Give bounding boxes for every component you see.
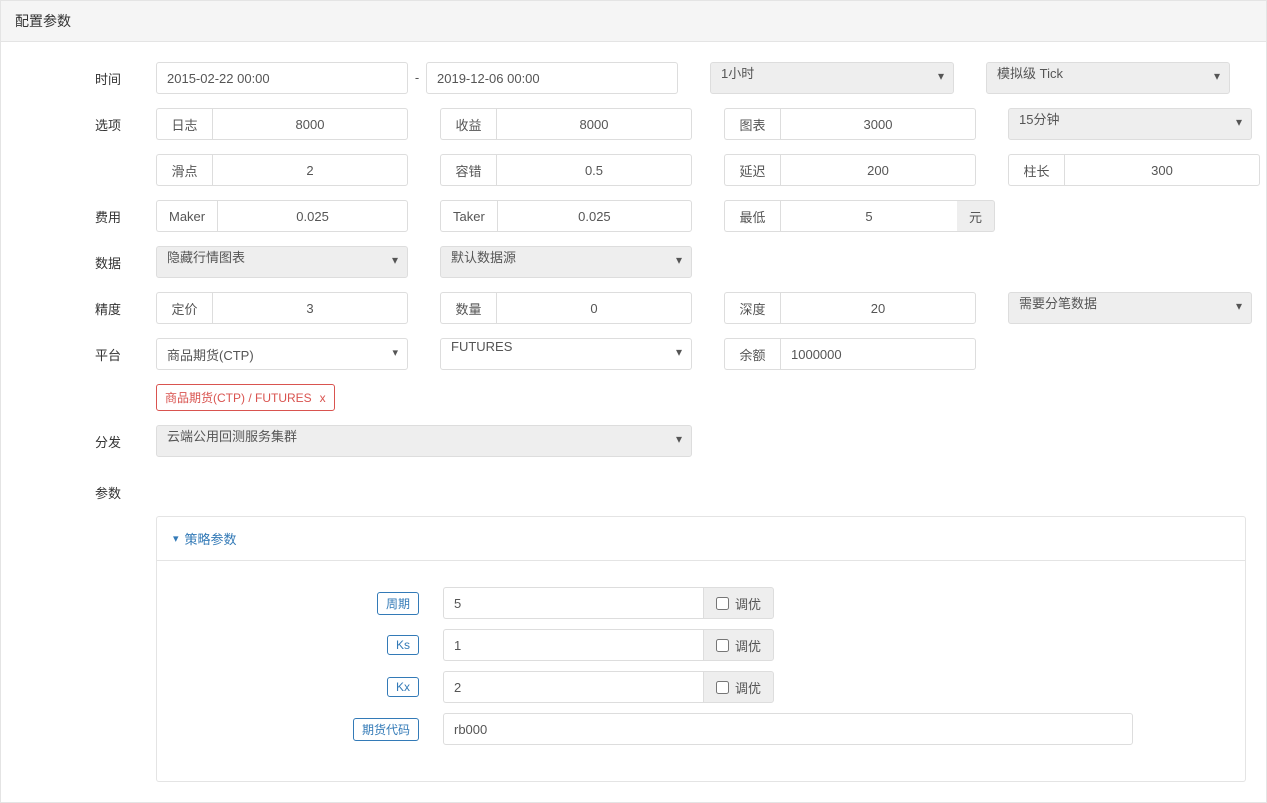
chart-period-select[interactable]: 15分钟 [1008,108,1252,140]
param-input-kx[interactable] [443,671,703,703]
profit-input[interactable] [496,108,692,140]
log-label: 日志 [156,108,212,140]
taker-label: Taker [440,200,497,232]
param-input-code[interactable] [443,713,1133,745]
platform-tag-text: 商品期货(CTP) / FUTURES [165,389,312,406]
qty-label: 数量 [440,292,496,324]
param-label-period: 周期 [377,592,419,615]
param-row-period: 周期 调优 [173,587,1229,619]
dispatch-select[interactable]: 云端公用回测服务集群 [156,425,692,457]
platform-tag[interactable]: 商品期货(CTP) / FUTURES x [156,384,335,411]
min-label: 最低 [724,200,780,232]
tune-addon-ks[interactable]: 调优 [703,629,774,661]
label-time: 时间 [1,69,156,88]
params-container: ▾ 策略参数 周期 调优 Ks [156,516,1246,782]
slip-label: 滑点 [156,154,212,186]
balance-input[interactable] [780,338,976,370]
exchange-select[interactable]: 商品期货(CTP) [156,338,408,370]
qty-input[interactable] [496,292,692,324]
depth-label: 深度 [724,292,780,324]
tune-checkbox-period[interactable] [716,597,729,610]
barlen-input[interactable] [1064,154,1260,186]
barlen-label: 柱长 [1008,154,1064,186]
tune-label: 调优 [735,678,761,697]
row-dispatch: 分发 云端公用回测服务集群 [1,425,1266,457]
period-select[interactable]: 1小时 [710,62,954,94]
row-options-2: 滑点 容错 延迟 柱长 [1,154,1266,186]
label-dispatch: 分发 [1,432,156,451]
row-data: 数据 隐藏行情图表 默认数据源 [1,246,1266,278]
price-label: 定价 [156,292,212,324]
close-icon[interactable]: x [320,391,326,405]
slip-input[interactable] [212,154,408,186]
tick-data-select[interactable]: 需要分笔数据 [1008,292,1252,324]
price-input[interactable] [212,292,408,324]
hide-chart-select[interactable]: 隐藏行情图表 [156,246,408,278]
data-source-select[interactable]: 默认数据源 [440,246,692,278]
strategy-params-body: 周期 调优 Ks 调优 [156,561,1246,782]
row-platform: 平台 商品期货(CTP) FUTURES 余额 [1,338,1266,370]
fault-input[interactable] [496,154,692,186]
maker-input[interactable] [217,200,408,232]
log-input[interactable] [212,108,408,140]
tune-label: 调优 [735,636,761,655]
label-platform: 平台 [1,345,156,364]
profit-label: 收益 [440,108,496,140]
panel-title: 配置参数 [1,1,1266,42]
min-unit: 元 [957,200,995,232]
tune-addon-kx[interactable]: 调优 [703,671,774,703]
row-time: 时间 - 1小时 模拟级 Tick [1,62,1266,94]
param-input-period[interactable] [443,587,703,619]
tune-label: 调优 [735,594,761,613]
strategy-params-toggle[interactable]: ▾ 策略参数 [156,516,1246,561]
chevron-down-icon: ▾ [173,532,179,545]
param-label-code: 期货代码 [353,718,419,741]
label-params: 参数 [1,471,156,502]
balance-label: 余额 [724,338,780,370]
label-precision: 精度 [1,299,156,318]
start-time-input[interactable] [156,62,408,94]
chart-input[interactable] [780,108,976,140]
param-label-ks: Ks [387,635,419,655]
row-precision: 精度 定价 数量 深度 需要分笔数据 [1,292,1266,324]
platform-tag-row: 商品期货(CTP) / FUTURES x [156,384,1266,411]
tick-level-select[interactable]: 模拟级 Tick [986,62,1230,94]
label-options: 选项 [1,115,156,134]
row-params: 参数 [1,471,1266,502]
label-fees: 费用 [1,207,156,226]
row-fees: 费用 Maker Taker 最低 元 [1,200,1266,232]
label-data: 数据 [1,253,156,272]
taker-input[interactable] [497,200,692,232]
fault-label: 容错 [440,154,496,186]
maker-label: Maker [156,200,217,232]
delay-label: 延迟 [724,154,780,186]
depth-input[interactable] [780,292,976,324]
delay-input[interactable] [780,154,976,186]
param-input-ks[interactable] [443,629,703,661]
config-panel: 配置参数 时间 - 1小时 模拟级 Tick 选项 日志 [0,0,1267,803]
param-row-kx: Kx 调优 [173,671,1229,703]
time-range-dash: - [408,62,426,94]
tune-checkbox-kx[interactable] [716,681,729,694]
end-time-input[interactable] [426,62,678,94]
symbol-select[interactable]: FUTURES [440,338,692,370]
param-row-code: 期货代码 [173,713,1229,745]
min-input[interactable] [780,200,957,232]
param-row-ks: Ks 调优 [173,629,1229,661]
tune-checkbox-ks[interactable] [716,639,729,652]
row-options-1: 选项 日志 收益 图表 15分钟 [1,108,1266,140]
strategy-params-title: 策略参数 [185,529,237,548]
chart-label: 图表 [724,108,780,140]
param-label-kx: Kx [387,677,419,697]
tune-addon-period[interactable]: 调优 [703,587,774,619]
panel-body: 时间 - 1小时 模拟级 Tick 选项 日志 收益 [1,42,1266,802]
